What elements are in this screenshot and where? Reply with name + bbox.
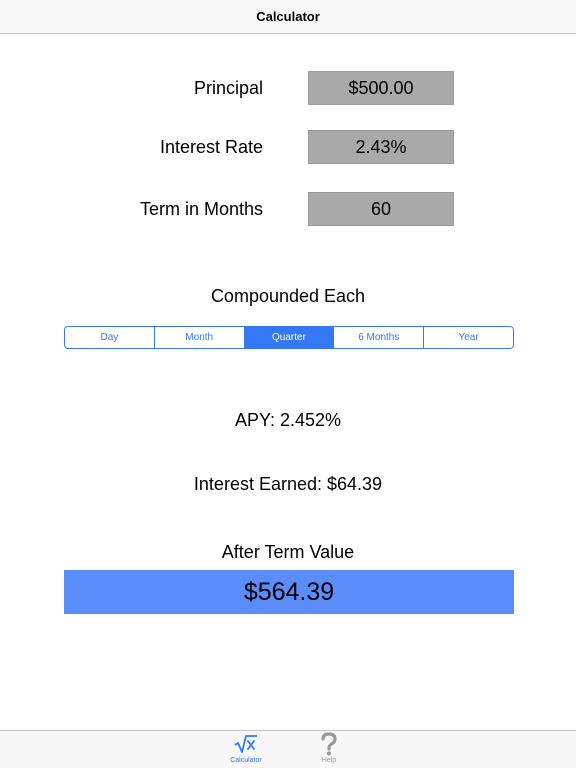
segment-day[interactable]: Day	[65, 327, 155, 348]
segment-6-months[interactable]: 6 Months	[334, 327, 425, 348]
interest-rate-label: Interest Rate	[159, 137, 263, 157]
term-months-field[interactable]: 60	[308, 192, 454, 226]
compounded-each-label: Compounded Each	[210, 286, 366, 306]
interest-rate-field[interactable]: 2.43%	[308, 130, 454, 164]
navigation-bar: Calculator	[0, 0, 576, 34]
tab-bar: Calculator Help	[0, 730, 576, 768]
page-title: Calculator	[256, 9, 320, 24]
tab-help[interactable]: Help	[299, 731, 359, 768]
square-root-x-icon	[234, 731, 258, 757]
apy-text: APY: 2.452%	[234, 410, 342, 430]
question-mark-icon	[319, 731, 339, 757]
principal-label: Principal	[193, 78, 263, 98]
tab-help-label: Help	[321, 757, 337, 764]
after-term-value: $564.39	[64, 570, 514, 614]
compounding-segmented-control: Day Month Quarter 6 Months Year	[64, 326, 514, 349]
term-months-label: Term in Months	[139, 199, 263, 219]
segment-year[interactable]: Year	[424, 327, 513, 348]
segment-quarter[interactable]: Quarter	[244, 327, 335, 348]
tab-calculator-label: Calculator	[230, 757, 262, 764]
segment-month[interactable]: Month	[154, 327, 245, 348]
after-term-label: After Term Value	[221, 542, 355, 562]
principal-field[interactable]: $500.00	[308, 71, 454, 105]
interest-earned-text: Interest Earned: $64.39	[193, 474, 383, 494]
tab-calculator[interactable]: Calculator	[216, 731, 276, 768]
